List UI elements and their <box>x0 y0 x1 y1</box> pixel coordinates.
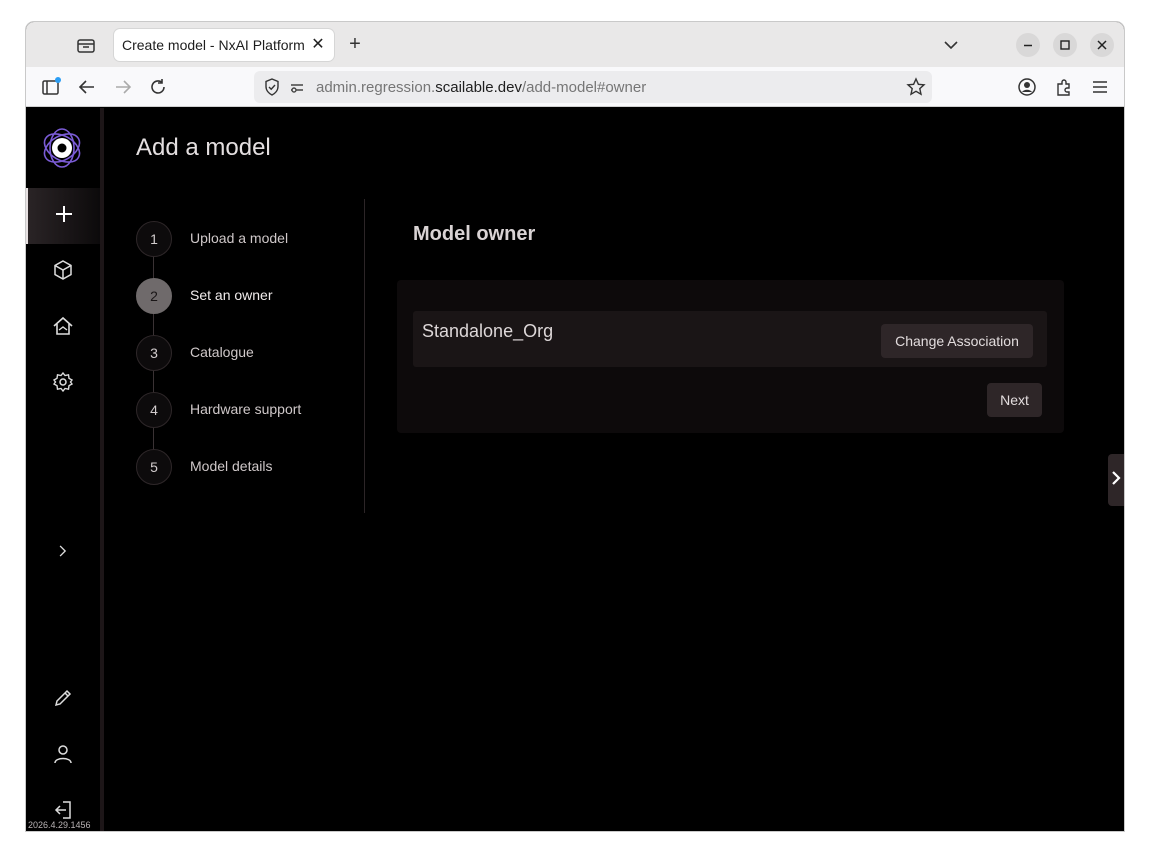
url-host: scailable.dev <box>435 79 522 96</box>
drawer-toggle-button[interactable] <box>1108 454 1124 506</box>
minimize-button[interactable] <box>1016 33 1040 57</box>
user-icon <box>52 743 74 770</box>
sidebar-item-add-model[interactable] <box>26 188 100 244</box>
step-number: 5 <box>136 449 172 485</box>
owner-org-name: Standalone_Org <box>422 321 554 341</box>
step-label: Set an owner <box>190 287 273 303</box>
account-icon[interactable] <box>1016 76 1038 98</box>
forward-icon[interactable] <box>112 76 134 98</box>
back-icon[interactable] <box>76 76 98 98</box>
sidebar-expand-button[interactable] <box>26 525 100 581</box>
tab-list-icon[interactable] <box>75 34 97 56</box>
step-number: 2 <box>136 278 172 314</box>
sidebar-item-edit[interactable] <box>26 672 100 728</box>
extensions-icon[interactable] <box>1053 76 1075 98</box>
chevron-right-icon <box>55 543 71 564</box>
permissions-icon[interactable] <box>288 78 306 101</box>
new-tab-button[interactable]: + <box>344 34 366 56</box>
sidebar: 2026.4.29.1456 <box>26 108 104 831</box>
sidebar-toggle-icon[interactable] <box>40 76 62 98</box>
url-text[interactable]: admin.regression.scailable.dev/add-model… <box>316 79 646 96</box>
step-set-owner[interactable]: 2 Set an owner <box>136 278 366 314</box>
step-label: Model details <box>190 458 273 474</box>
app-root: 2026.4.29.1456 Add a model 1 Upload a mo… <box>26 108 1124 831</box>
cube-icon <box>52 259 74 286</box>
tab-bar: Create model - NxAI Platform ✕ + <box>26 22 1124 67</box>
step-number: 1 <box>136 221 172 257</box>
stepper-divider <box>364 199 365 513</box>
step-label: Catalogue <box>190 344 254 360</box>
url-subdomain: admin.regression. <box>316 79 436 96</box>
browser-window: Create model - NxAI Platform ✕ + admin.r… <box>26 22 1124 831</box>
step-hardware-support[interactable]: 4 Hardware support <box>136 392 366 428</box>
step-label: Upload a model <box>190 230 289 246</box>
chevron-down-icon[interactable] <box>941 35 961 55</box>
step-number: 4 <box>136 392 172 428</box>
pencil-icon <box>52 687 74 714</box>
home-icon <box>52 315 74 342</box>
maximize-button[interactable] <box>1053 33 1077 57</box>
navigation-bar: admin.regression.scailable.dev/add-model… <box>26 67 1124 107</box>
sidebar-item-profile[interactable] <box>26 728 100 784</box>
reload-icon[interactable] <box>147 76 169 98</box>
gear-icon <box>52 371 74 398</box>
app-version: 2026.4.29.1456 <box>28 820 91 830</box>
sidebar-item-home[interactable] <box>26 300 100 356</box>
step-upload-model[interactable]: 1 Upload a model <box>136 221 366 257</box>
nxai-logo[interactable] <box>40 126 84 170</box>
close-window-button[interactable] <box>1090 33 1114 57</box>
sidebar-divider <box>100 108 104 831</box>
step-label: Hardware support <box>190 401 302 417</box>
url-path: /add-model#owner <box>521 79 647 96</box>
section-title: Model owner <box>413 223 536 245</box>
shield-icon[interactable] <box>262 77 282 102</box>
browser-tab[interactable]: Create model - NxAI Platform ✕ <box>114 29 334 61</box>
tab-close-icon[interactable]: ✕ <box>308 35 328 55</box>
step-catalogue[interactable]: 3 Catalogue <box>136 335 366 371</box>
owner-card: Standalone_Org Change Association Next <box>397 280 1064 433</box>
change-association-button[interactable]: Change Association <box>881 324 1033 358</box>
tab-title: Create model - NxAI Platform <box>122 37 305 53</box>
url-bar[interactable]: admin.regression.scailable.dev/add-model… <box>254 71 932 103</box>
menu-icon[interactable] <box>1089 76 1111 98</box>
stepper: 1 Upload a model 2 Set an owner 3 Catalo… <box>136 221 366 521</box>
sidebar-item-settings[interactable] <box>26 356 100 412</box>
sidebar-item-models[interactable] <box>26 244 100 300</box>
plus-icon <box>53 203 75 230</box>
next-button[interactable]: Next <box>987 383 1042 417</box>
owner-row: Standalone_Org Change Association <box>413 311 1047 367</box>
bookmark-star-icon[interactable] <box>906 77 926 102</box>
step-model-details[interactable]: 5 Model details <box>136 449 366 485</box>
page-title: Add a model <box>136 134 271 161</box>
step-number: 3 <box>136 335 172 371</box>
chevron-right-icon <box>1110 469 1122 492</box>
